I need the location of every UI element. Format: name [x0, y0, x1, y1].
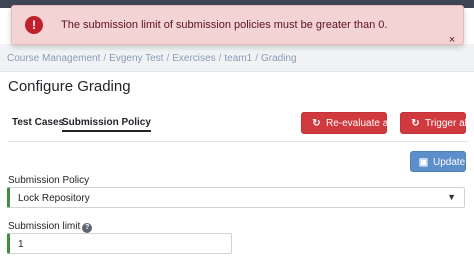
breadcrumb-separator: /: [255, 53, 258, 64]
close-icon[interactable]: ×: [447, 35, 457, 46]
page: Course Management / Evgeny Test / Exercises /…: [0, 0, 474, 263]
question-circle-icon[interactable]: ?: [82, 223, 93, 233]
tab-test-cases[interactable]: Test Cases: [12, 117, 64, 128]
update-label: Update: [433, 157, 466, 168]
redo-icon: ↻: [312, 118, 321, 129]
submission-policy-value: Lock Repository: [18, 193, 90, 204]
save-icon: ▣: [418, 157, 429, 168]
breadcrumb-separator: /: [103, 53, 107, 64]
update-button[interactable]: ▣ Update: [410, 151, 466, 172]
tab-divider: [8, 141, 468, 142]
submission-limit-value: 1: [18, 239, 24, 250]
exclamation-circle-icon: !: [25, 16, 43, 34]
re-evaluate-all-label: Re-evaluate all: [326, 118, 393, 129]
breadcrumb-separator: /: [218, 53, 222, 64]
chevron-down-icon: ▼: [447, 192, 456, 202]
submission-policy-select[interactable]: Lock Repository ▼: [7, 187, 465, 208]
breadcrumb-item-exercise[interactable]: team1: [224, 53, 252, 64]
breadcrumb-separator: /: [166, 53, 170, 64]
breadcrumb: Course Management / Evgeny Test / Exercises /…: [7, 53, 297, 64]
redo-icon: ↻: [411, 118, 420, 129]
submission-limit-label: Submission limit: [8, 221, 81, 232]
breadcrumb-item-course-management[interactable]: Course Management: [7, 53, 100, 64]
page-title: Configure Grading: [8, 78, 131, 95]
breadcrumb-item-exercises[interactable]: Exercises: [172, 53, 215, 64]
re-evaluate-all-button[interactable]: ↻ Re-evaluate all: [301, 112, 393, 134]
trigger-all-label: Trigger all: [425, 118, 470, 129]
trigger-all-button[interactable]: ↻ Trigger all: [400, 112, 470, 134]
submission-policy-label: Submission Policy: [8, 175, 90, 186]
breadcrumb-item-grading[interactable]: Grading: [261, 53, 297, 64]
tab-submission-policy[interactable]: Submission Policy: [62, 117, 151, 132]
error-alert[interactable]: ! The submission limit of submission pol…: [11, 5, 464, 46]
submission-limit-input[interactable]: 1: [7, 233, 232, 254]
error-alert-message: The submission limit of submission polic…: [61, 19, 388, 31]
breadcrumb-item-course[interactable]: Evgeny Test: [109, 53, 163, 64]
submission-limit-label-row: Submission limit?: [8, 221, 93, 233]
